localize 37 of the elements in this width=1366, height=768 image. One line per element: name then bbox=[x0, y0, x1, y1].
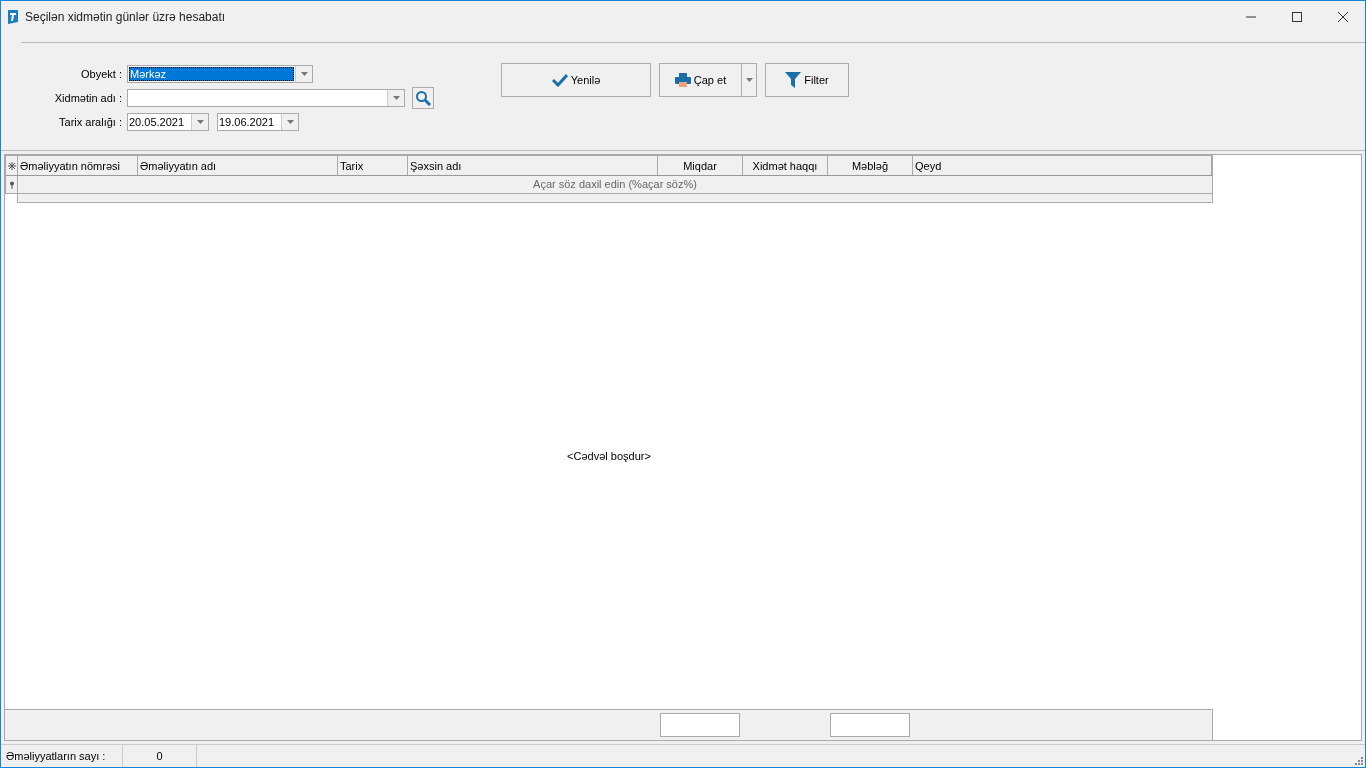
date-field[interactable]: 20.05.2021 bbox=[127, 112, 209, 131]
status-label: Əməliyyatların sayı : bbox=[1, 745, 123, 767]
caret-icon bbox=[745, 78, 753, 82]
column-header[interactable]: Xidmət haqqı bbox=[743, 156, 828, 175]
window-title: Seçilən xidmətin günlər üzrə hesabatı bbox=[25, 9, 226, 24]
filter-button[interactable]: Filter bbox=[765, 63, 849, 97]
refresh-button[interactable]: Yenilə bbox=[501, 63, 651, 97]
column-header[interactable]: Tarix bbox=[338, 156, 408, 175]
dropdown-arrow-icon bbox=[196, 119, 204, 124]
date-field[interactable]: 19.06.2021 bbox=[217, 112, 299, 131]
print-button[interactable]: Çap et bbox=[659, 63, 741, 97]
empty-table-message: <Cədvəl boşdur> bbox=[567, 450, 651, 462]
dropdown-arrow-icon bbox=[300, 71, 308, 76]
search-icon bbox=[415, 89, 431, 106]
status-value: 0 bbox=[123, 745, 197, 767]
combo-box[interactable]: Mərkəz bbox=[127, 64, 313, 83]
app-logo-icon bbox=[6, 8, 20, 25]
field-label: Tarix aralığı : bbox=[58, 115, 122, 128]
checkmark-icon bbox=[551, 73, 568, 87]
printer-icon bbox=[674, 73, 691, 87]
combo-value: Mərkəz bbox=[129, 66, 294, 81]
dropdown-arrow-icon bbox=[286, 119, 294, 124]
resize-grip-icon bbox=[1355, 757, 1363, 765]
column-header[interactable]: Əməliyyatın nömrəsi bbox=[18, 156, 138, 175]
maximize-icon[interactable] bbox=[1291, 10, 1303, 23]
dropdown-button[interactable] bbox=[741, 63, 757, 97]
dropdown-arrow-icon bbox=[392, 95, 400, 100]
field-label: Obyekt : bbox=[80, 67, 122, 80]
column-header[interactable]: Şəxsin adı bbox=[408, 156, 658, 175]
field-label: Xidmətin adı : bbox=[53, 91, 122, 104]
column-header[interactable]: Qeyd bbox=[913, 156, 1212, 175]
column-header[interactable]: Miqdar bbox=[658, 156, 743, 175]
column-header[interactable]: Məbləğ bbox=[828, 156, 913, 175]
column-header[interactable]: Əməliyyatın adı bbox=[138, 156, 338, 175]
funnel-icon bbox=[785, 72, 802, 88]
search-button[interactable] bbox=[412, 86, 434, 109]
close-icon[interactable] bbox=[1337, 10, 1349, 23]
